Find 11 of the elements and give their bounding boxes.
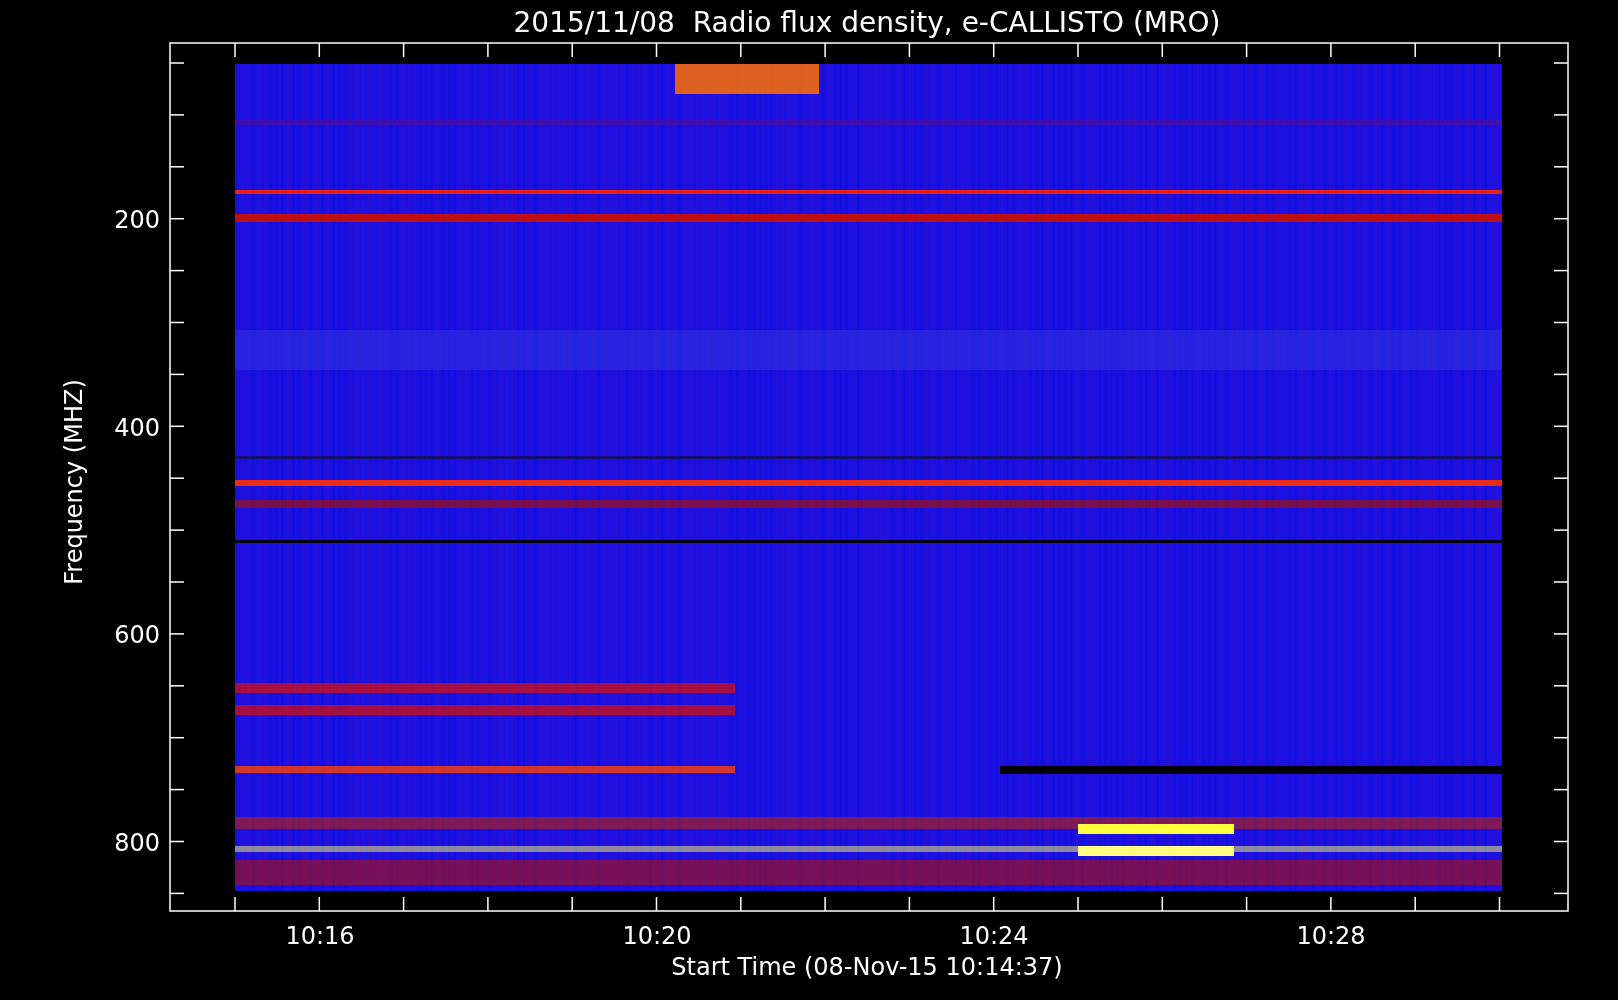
x-tick-label: 10:16 — [285, 922, 355, 950]
x-axis-label: Start Time (08-Nov-15 10:14:37) — [671, 953, 1063, 981]
y-tick-label: 800 — [114, 828, 160, 857]
x-tick-label: 10:28 — [1296, 922, 1366, 950]
x-tick-label: 10:24 — [959, 922, 1029, 950]
y-axis-label: Frequency (MHZ) — [60, 379, 88, 585]
y-tick-label: 400 — [114, 413, 160, 442]
y-tick-label: 200 — [114, 206, 160, 234]
x-tick-label: 10:20 — [622, 922, 692, 950]
chart-title: 2015/11/08 Radio flux density, e-CALLISTO (MRO) — [513, 6, 1221, 39]
y-tick-label: 600 — [114, 621, 160, 650]
